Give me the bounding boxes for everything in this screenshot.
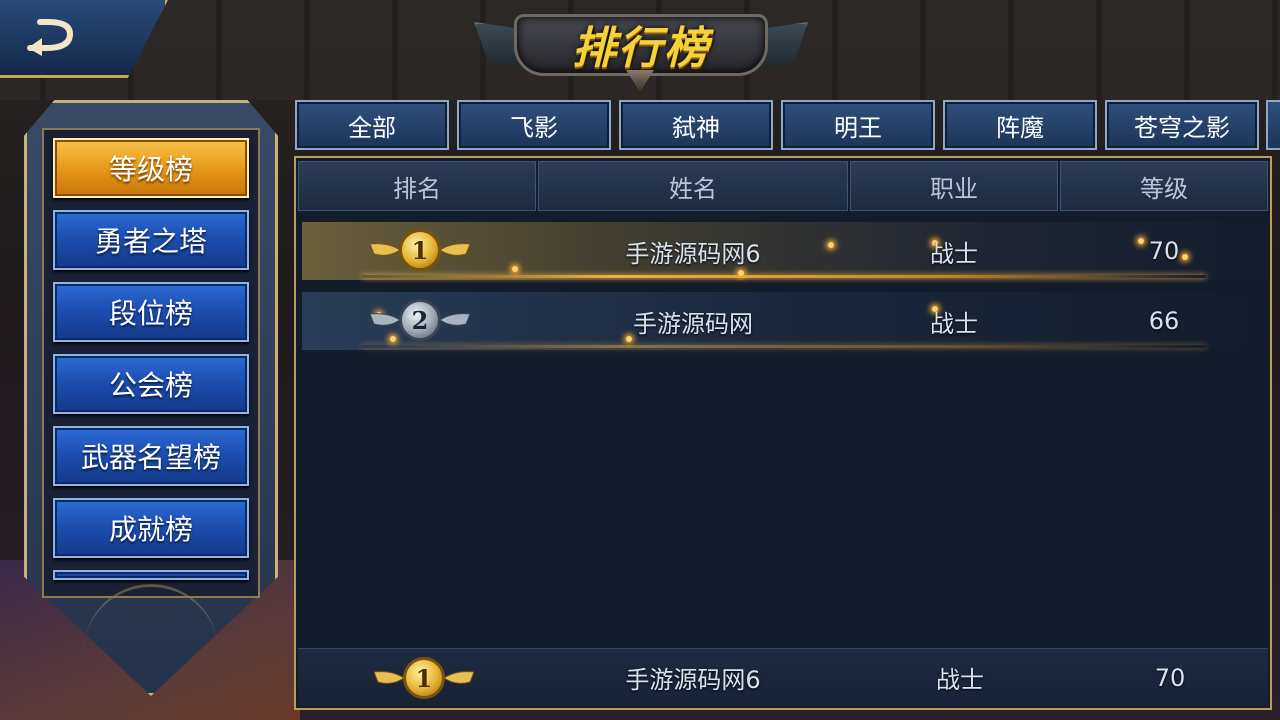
rank-number: 2 [399,299,441,341]
category-achievement-ranking[interactable]: 成就榜 [53,498,249,558]
category-hero-tower[interactable]: 勇者之塔 [53,210,249,270]
ranking-table: 排名 姓名 职业 等级 1 手游源码网6 战士 70 2 手游源码网 战士 66… [294,156,1272,710]
rank-medal-silver: 2 [370,298,470,342]
player-level: 70 [1154,663,1186,692]
tab-feiying[interactable]: 飞影 [457,100,611,150]
rank-number: 1 [399,229,441,271]
player-level: 66 [1148,307,1180,335]
title-banner: 排行榜 [474,6,808,92]
rank-number: 1 [403,657,445,699]
player-class: 战士 [930,309,978,338]
player-name: 手游源码网 [633,309,753,338]
category-tier-ranking[interactable]: 段位榜 [53,282,249,342]
category-weapon-fame-ranking[interactable]: 武器名望榜 [53,426,249,486]
player-name: 手游源码网6 [625,666,761,694]
tab-all[interactable]: 全部 [295,100,449,150]
category-guild-ranking[interactable]: 公会榜 [53,354,249,414]
tab-overflow[interactable] [1266,100,1280,150]
my-ranking-row: 1 手游源码网6 战士 70 [298,648,1268,706]
sparkle [512,266,518,272]
banner-ornament [626,70,654,92]
player-class: 战士 [930,239,978,268]
rank-medal-gold: 1 [374,656,474,700]
tab-cangqiong-zhiying[interactable]: 苍穹之影 [1105,100,1259,150]
player-name: 手游源码网6 [625,239,761,268]
rank-medal-gold: 1 [370,228,470,272]
tab-shishen[interactable]: 弑神 [619,100,773,150]
tab-mingwang[interactable]: 明王 [781,100,935,150]
header-name: 姓名 [538,161,848,211]
player-class: 战士 [936,666,984,694]
category-panel: 等级榜 勇者之塔 段位榜 公会榜 武器名望榜 成就榜 [24,100,278,696]
header-class: 职业 [850,161,1058,211]
player-level: 70 [1148,237,1180,265]
tab-zhenmo[interactable]: 阵魔 [943,100,1097,150]
category-level-ranking[interactable]: 等级榜 [53,138,249,198]
table-row[interactable]: 1 手游源码网6 战士 70 [302,222,1266,280]
page-title: 排行榜 [572,23,710,74]
header-level: 等级 [1060,161,1268,211]
header-rank: 排名 [298,161,536,211]
category-next-partial[interactable] [53,570,249,580]
back-arrow-icon [27,19,74,56]
table-row[interactable]: 2 手游源码网 战士 66 [302,292,1266,350]
